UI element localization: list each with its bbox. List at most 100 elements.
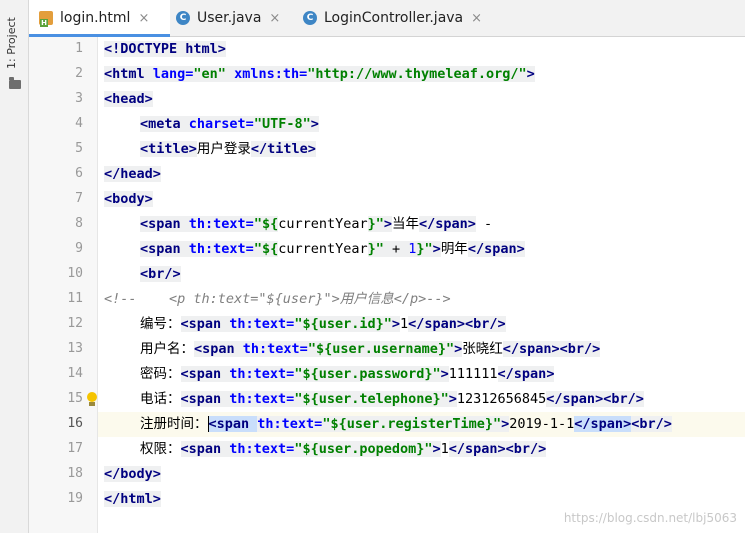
folder-icon[interactable] [9, 77, 21, 89]
code-line[interactable]: <title>用户登录</title> [104, 137, 316, 162]
line-number: 12 [67, 316, 83, 331]
line-number: 18 [67, 466, 83, 481]
code-token-txt: 12312656845 [456, 391, 547, 407]
line-number: 10 [67, 266, 83, 281]
code-token-txt: 编号： [140, 316, 181, 332]
code-token-tag: > [391, 316, 400, 332]
code-token-txt: 111111 [448, 366, 498, 382]
code-token-tag: <span [140, 216, 189, 232]
intention-bulb-icon[interactable] [86, 392, 98, 408]
code-token-tag: <span [208, 416, 258, 432]
line-number-gutter[interactable]: 1 2 3 4 5 6 7 8 9 10 11 12 13 14 15 16 17 18 19 [29, 37, 98, 533]
code-token-attr: th:text= [229, 391, 295, 407]
project-tool-window-button[interactable]: 1: Project [5, 12, 23, 74]
code-token-str: "en" [193, 66, 235, 82]
tab-logincontroller-java[interactable]: C LoginController.java × [297, 0, 503, 36]
tab-user-java[interactable]: C User.java × [170, 0, 292, 36]
code-token-tag: <br/> [631, 416, 672, 432]
line-number: 9 [75, 241, 83, 256]
code-token-tag: </span> [467, 241, 525, 257]
code-token-tag: <html [104, 66, 153, 82]
code-token-txt: 用户登录 [196, 141, 251, 157]
code-line[interactable]: <span th:text="${currentYear}">当年</span>… [104, 212, 492, 237]
code-token-comment: <!-- <p th:text="${user}">用户信息</p>--> [104, 291, 451, 307]
code-token-txt: 电话： [140, 391, 181, 407]
line-number: 16 [67, 416, 83, 431]
watermark: https://blog.csdn.net/lbj5063 [563, 511, 737, 525]
line-number: 7 [75, 191, 83, 206]
code-token-txt: 当年 [392, 216, 420, 232]
code-token-attr: th:text= [229, 316, 295, 332]
code-token-str: "${ [253, 241, 279, 257]
code-token-tag: </span><br/> [448, 441, 547, 457]
code-line[interactable]: 密码：<span th:text="${user.password}">1111… [104, 362, 555, 387]
code-token-tag: <!DOCTYPE [104, 41, 186, 57]
code-token-attr: th:text= [188, 241, 254, 257]
close-icon[interactable]: × [269, 11, 280, 26]
code-token-tag: <span [180, 391, 230, 407]
java-class-icon: C [176, 11, 190, 25]
code-token-tag: <meta [140, 116, 189, 132]
code-token-str: "${user.registerTime}" [322, 416, 502, 432]
code-token-tag: </head> [104, 166, 161, 182]
line-number: 17 [67, 441, 83, 456]
code-line[interactable]: </html> [104, 487, 161, 512]
code-token-tag: </span> [419, 216, 476, 232]
line-number: 8 [75, 216, 83, 231]
code-token-tag: html [185, 41, 218, 57]
code-token-str: }" [416, 241, 433, 257]
code-token-txt: 1 [440, 441, 449, 457]
tab-label: login.html [60, 10, 131, 26]
code-line[interactable]: 注册时间：<span th:text="${user.registerTime}… [104, 412, 672, 437]
code-token-attr: xmlns:th= [234, 66, 308, 82]
code-line[interactable]: 权限：<span th:text="${user.popedom}">1</sp… [104, 437, 547, 462]
code-line[interactable]: <!-- <p th:text="${user}">用户信息</p>--> [104, 287, 451, 312]
code-line[interactable]: <span th:text="${currentYear}" + 1}">明年<… [104, 237, 525, 262]
close-icon[interactable]: × [138, 11, 149, 26]
code-line[interactable]: <meta charset="UTF-8"> [104, 112, 319, 137]
code-token-tag: </title> [250, 141, 316, 157]
line-number: 15 [67, 391, 83, 406]
code-line[interactable]: </body> [104, 462, 161, 487]
code-line[interactable]: 用户名：<span th:text="${user.username}">张晓红… [104, 337, 601, 362]
code-token-attr: th:text= [229, 441, 295, 457]
code-token-attr: th:text= [229, 366, 295, 382]
code-line[interactable]: <br/> [104, 262, 181, 287]
code-token-tag: <span [140, 241, 189, 257]
line-number: 5 [75, 141, 83, 156]
tab-label: User.java [197, 10, 262, 26]
line-number: 6 [75, 166, 83, 181]
tab-label: LoginController.java [324, 10, 464, 26]
line-number: 4 [75, 116, 83, 131]
code-token-txt: 注册时间： [140, 416, 208, 432]
line-number: 19 [67, 491, 83, 506]
code-line[interactable]: <body> [104, 187, 153, 212]
code-token-op: + [383, 241, 409, 257]
close-icon[interactable]: × [471, 11, 482, 26]
code-token-str: "${user.password}" [294, 366, 441, 382]
code-token-tag: > [310, 116, 319, 132]
code-line[interactable]: <html lang="en" xmlns:th="http://www.thy… [104, 62, 535, 87]
code-line[interactable]: <head> [104, 87, 153, 112]
code-token-txt: 1 [400, 316, 409, 332]
code-token-tag: > [440, 366, 449, 382]
tab-login-html[interactable]: login.html × [29, 0, 170, 37]
code-token-attr: th:text= [188, 216, 254, 232]
code-token-txt: 明年 [440, 241, 468, 257]
code-token-tag: <span [180, 366, 230, 382]
code-line[interactable]: </head> [104, 162, 161, 187]
code-token-txt: currentYear [278, 216, 368, 232]
code-token-tag: > [432, 241, 441, 257]
code-token-tag: </span><br/> [502, 341, 601, 357]
code-line[interactable]: <!DOCTYPE html> [104, 37, 226, 62]
code-token-str: }" [367, 241, 384, 257]
code-editor[interactable]: <!DOCTYPE html> <html lang="en" xmlns:th=… [98, 37, 745, 533]
code-line[interactable]: 电话：<span th:text="${user.telephone}">123… [104, 387, 644, 412]
code-token-attr: th:text= [242, 341, 308, 357]
code-token-tag: > [217, 41, 226, 57]
code-line[interactable]: 编号：<span th:text="${user.id}">1</span><b… [104, 312, 506, 337]
code-token-tag: </span> [574, 416, 632, 432]
code-token-str: }" [367, 216, 384, 232]
code-token-tag: <br/> [140, 266, 181, 282]
code-token-txt: 张晓红 [462, 341, 503, 357]
